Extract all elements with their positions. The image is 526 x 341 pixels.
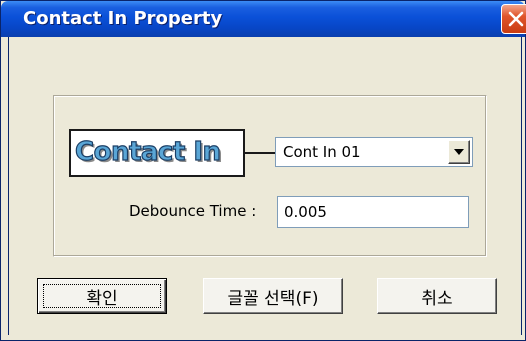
font-select-button-label: 글꼴 선택(F) [227,288,319,309]
close-button[interactable] [501,4,526,34]
debounce-time-label: Debounce Time : [129,202,257,220]
cancel-button[interactable]: 취소 [377,278,497,314]
contact-select[interactable]: Cont In 01 [275,137,473,167]
focus-rect [43,284,161,308]
contact-select-dropdown-button[interactable] [448,140,470,164]
debounce-time-input[interactable] [277,196,469,228]
font-select-button[interactable]: 글꼴 선택(F) [203,278,343,314]
contact-in-logo: Contact In [69,129,245,177]
logo-connector-line [245,152,275,154]
contact-in-logo-text: Contact In [74,136,221,167]
cancel-button-label: 취소 [421,288,453,309]
chevron-down-icon [454,149,464,155]
close-icon [508,11,524,27]
dialog-window: Contact In Property Contact In Cont In 0… [0,0,526,341]
ok-button[interactable]: 확인 [37,278,167,314]
title-bar[interactable]: Contact In Property [1,1,525,37]
contact-select-value: Cont In 01 [283,143,361,161]
window-title: Contact In Property [23,8,223,29]
